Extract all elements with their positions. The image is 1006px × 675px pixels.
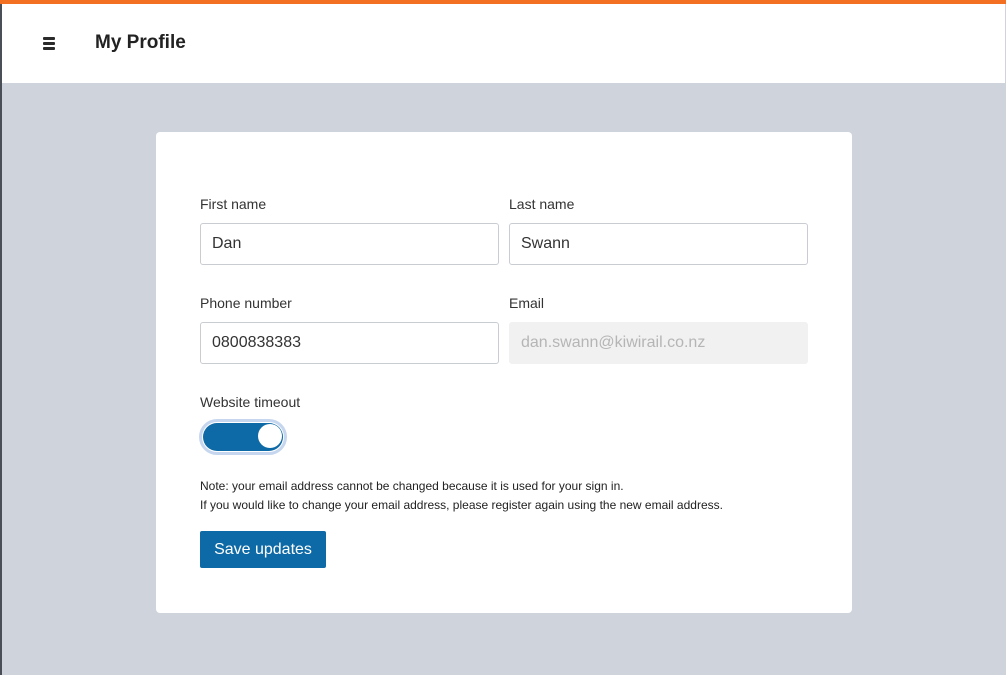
phone-number-input[interactable] <box>200 322 499 364</box>
email-label: Email <box>509 295 545 311</box>
phone-number-label: Phone number <box>200 295 292 311</box>
window-left-border <box>0 0 2 675</box>
email-note-line-2: If you would like to change your email a… <box>200 498 723 512</box>
last-name-input[interactable] <box>509 223 808 265</box>
profile-card: First name Last name Phone number Email … <box>156 132 852 613</box>
last-name-label: Last name <box>509 196 575 212</box>
first-name-label: First name <box>200 196 267 212</box>
toggle-knob <box>258 424 282 448</box>
hamburger-menu-icon[interactable] <box>40 36 58 52</box>
save-updates-button[interactable]: Save updates <box>200 531 326 568</box>
top-bar: My Profile <box>2 4 1005 83</box>
email-note-line-1: Note: your email address cannot be chang… <box>200 479 624 493</box>
website-timeout-toggle[interactable] <box>199 419 287 455</box>
first-name-input[interactable] <box>200 223 499 265</box>
website-timeout-label: Website timeout <box>200 394 301 410</box>
email-input <box>509 322 808 364</box>
page-title: My Profile <box>95 32 186 53</box>
